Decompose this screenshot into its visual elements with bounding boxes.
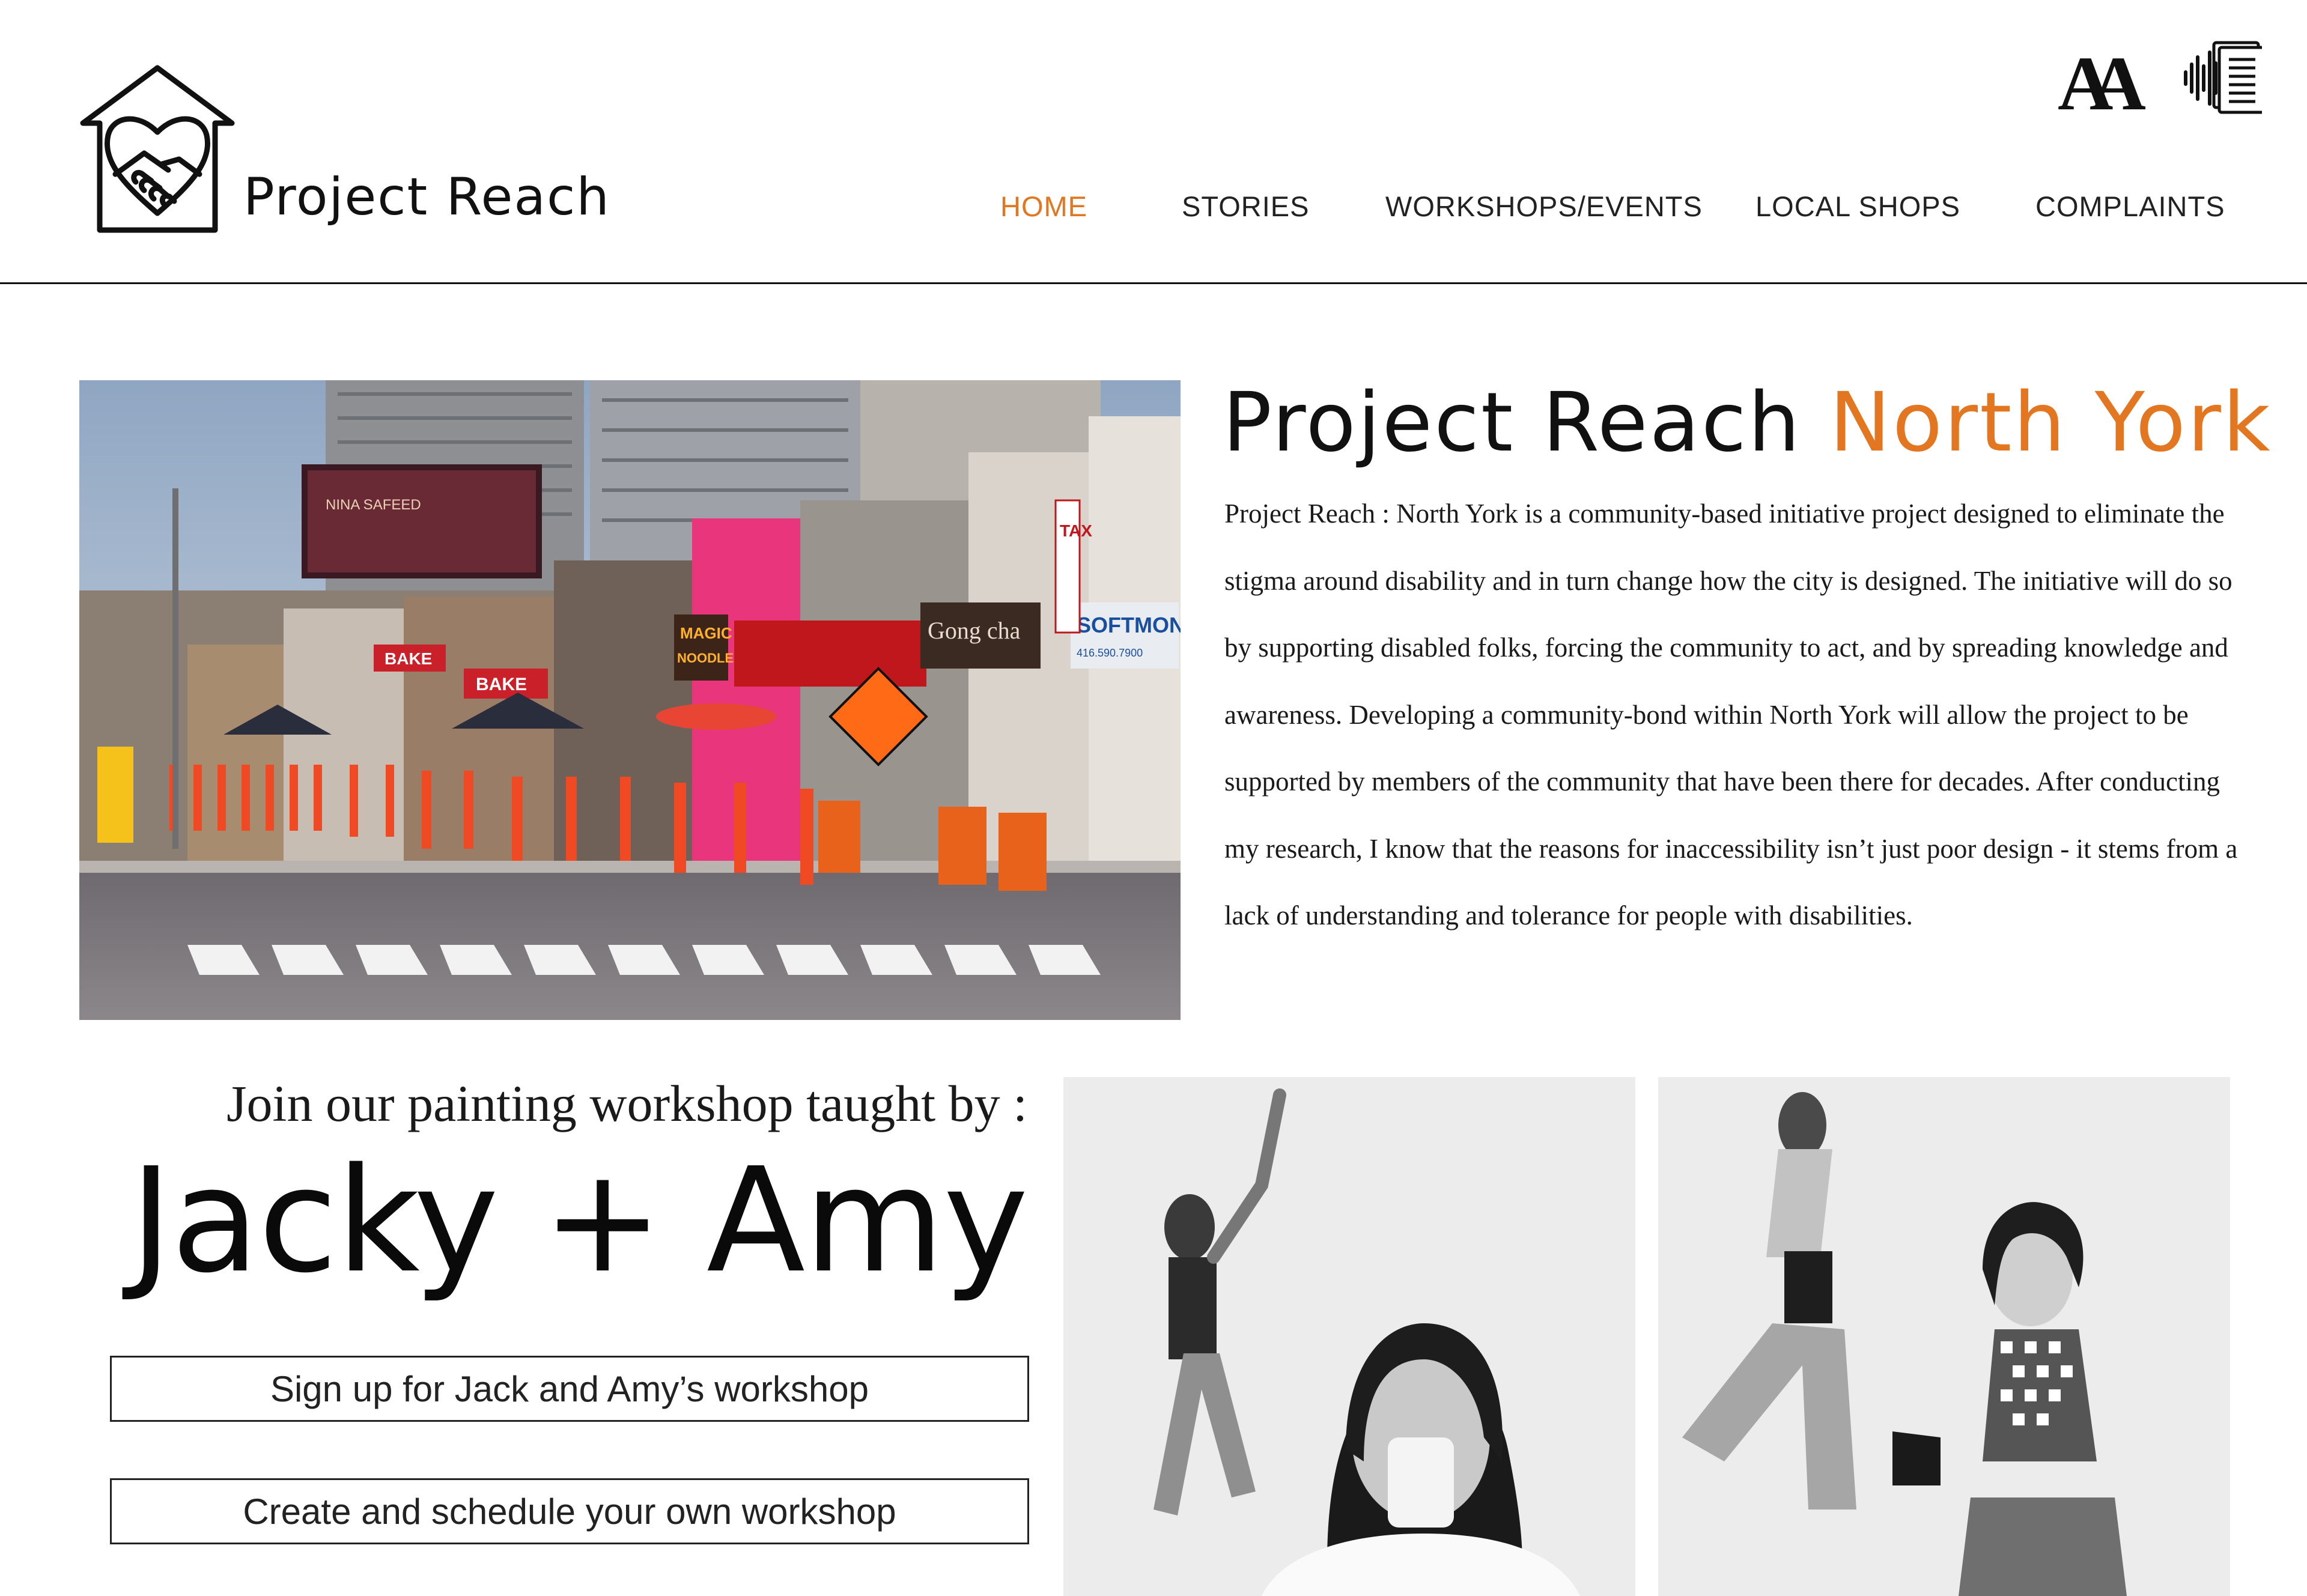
instructor-name-jacky: Jacky — [130, 1136, 499, 1305]
workshop-instructors: Jacky + Amy — [78, 1141, 1029, 1300]
svg-text:NINA SAFEED: NINA SAFEED — [326, 497, 421, 513]
nav-complaints[interactable]: COMPLAINTS — [2035, 192, 2225, 220]
workshop-intro: Join our painting workshop taught by : — [226, 1075, 1027, 1132]
brand-name[interactable]: Project Reach — [243, 171, 610, 223]
svg-text:416.590.7900: 416.590.7900 — [1077, 647, 1143, 659]
create-workshop-button[interactable]: Create and schedule your own workshop — [110, 1478, 1029, 1544]
logo-house-handshake-icon[interactable] — [78, 63, 237, 237]
header-divider — [0, 282, 2307, 284]
nav-stories[interactable]: STORIES — [1182, 192, 1309, 220]
svg-text:NOODLE: NOODLE — [677, 651, 734, 666]
instructor-photo-jacky — [1063, 1077, 1635, 1596]
nav-workshops-events[interactable]: WORKSHOPS/EVENTS — [1385, 192, 1703, 220]
font-size-icon[interactable]: AA — [2058, 41, 2168, 126]
svg-text:TAX: TAX — [1060, 521, 1092, 540]
svg-text:BAKE: BAKE — [384, 649, 432, 668]
instructor-plus: + — [542, 1136, 663, 1305]
svg-text:AA: AA — [2058, 42, 2145, 114]
hero-street-photo: NINA SAFEED BAKE BAKE MAGIC NOODLE Gong … — [79, 380, 1181, 1020]
nav-home[interactable]: HOME — [1000, 192, 1087, 220]
hero-description: Project Reach : North York is a communit… — [1224, 499, 2238, 930]
svg-text:Gong cha: Gong cha — [928, 617, 1021, 644]
hero-title-main: Project Reach — [1223, 375, 1802, 470]
hero-title-accent: North York — [1829, 375, 2272, 470]
audio-reader-icon[interactable] — [2181, 39, 2266, 114]
nav-local-shops[interactable]: LOCAL SHOPS — [1755, 192, 1960, 220]
hero-title: Project Reach North York — [1223, 378, 2272, 469]
instructor-name-amy: Amy — [707, 1136, 1029, 1305]
signup-workshop-button[interactable]: Sign up for Jack and Amy’s workshop — [110, 1356, 1029, 1422]
svg-text:MAGIC: MAGIC — [680, 624, 732, 642]
svg-text:BAKE: BAKE — [476, 675, 527, 694]
svg-text:SOFTMON: SOFTMON — [1077, 613, 1181, 637]
instructor-photo-amy — [1658, 1077, 2230, 1596]
